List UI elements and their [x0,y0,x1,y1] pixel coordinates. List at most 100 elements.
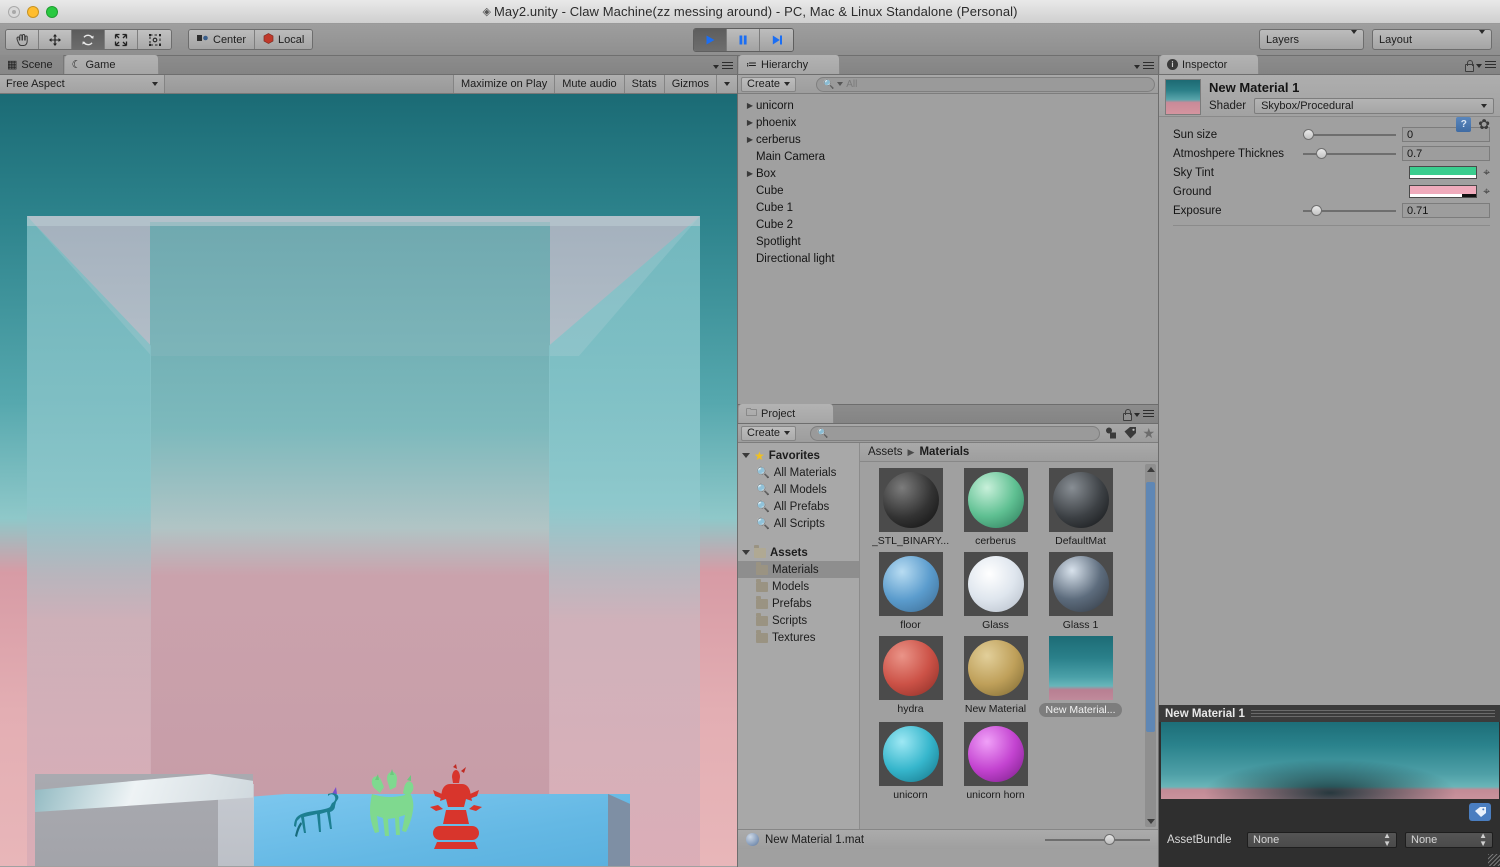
slider-knob[interactable] [1303,129,1314,140]
assets-group[interactable]: Assets [738,544,859,561]
shader-dropdown[interactable]: Skybox/Procedural [1254,98,1494,114]
assetbundle-variant-dropdown[interactable]: None ▲ ▼ [1405,832,1493,848]
scroll-up-icon[interactable] [1147,467,1155,472]
foldout-icon[interactable] [742,453,750,458]
breadcrumb-assets[interactable]: Assets [868,446,903,458]
eyedropper-icon[interactable]: ⌖ [1483,184,1490,199]
hierarchy-item-box[interactable]: ▶ Box [738,165,1158,182]
slider-knob[interactable] [1311,205,1323,216]
asset-item[interactable]: Glass 1 [1038,552,1123,631]
game-view-menu[interactable] [713,62,733,71]
filter-by-type-icon[interactable] [1104,426,1119,440]
asset-item[interactable]: floor [868,552,953,631]
tab-hierarchy[interactable]: ≔ Hierarchy [738,55,840,74]
hand-tool-button[interactable] [6,30,39,49]
asset-item-selected[interactable]: New Material... [1038,636,1123,717]
project-menu[interactable] [1122,409,1154,421]
filter-by-label-icon[interactable] [1123,426,1138,440]
foldout-icon[interactable]: ▶ [744,118,756,127]
hierarchy-item-main-camera[interactable]: ▶Main Camera [738,148,1158,165]
maximize-on-play-toggle[interactable]: Maximize on Play [453,75,555,93]
gear-icon[interactable]: ✿ [1478,116,1490,133]
sun-size-slider[interactable] [1303,128,1396,142]
tab-scene[interactable]: ▦ Scene [0,55,64,74]
asset-item[interactable]: _STL_BINARY... [868,468,953,547]
gizmos-chevron[interactable] [716,75,737,93]
hierarchy-item-cube-2[interactable]: ▶Cube 2 [738,216,1158,233]
eyedropper-icon[interactable]: ⌖ [1483,165,1490,180]
foldout-icon[interactable]: ▶ [744,101,756,110]
space-mode-button[interactable]: Local [255,30,313,49]
hierarchy-item-phoenix[interactable]: ▶ phoenix [738,114,1158,131]
assetbundle-dropdown[interactable]: None ▲ ▼ [1247,832,1397,848]
asset-item[interactable]: cerberus [953,468,1038,547]
help-icon[interactable]: ? [1456,117,1472,132]
preview-drag-handle[interactable] [1250,710,1495,717]
favorite-all-scripts[interactable]: 🔍 All Scripts [738,515,859,532]
folder-textures[interactable]: Textures [738,629,859,646]
game-render-canvas[interactable] [0,94,737,866]
asset-item[interactable]: hydra [868,636,953,717]
resize-grip[interactable] [1488,854,1500,866]
lock-icon[interactable] [1122,409,1132,421]
layout-dropdown[interactable]: Layout [1372,29,1492,50]
hierarchy-menu[interactable] [1134,62,1154,71]
atmosphere-thickness-value[interactable]: 0.7 [1402,146,1490,161]
pivot-mode-button[interactable]: Center [189,30,256,49]
breadcrumb-materials[interactable]: Materials [919,446,969,458]
foldout-icon[interactable] [742,550,750,555]
folder-scripts[interactable]: Scripts [738,612,859,629]
exposure-value[interactable]: 0.71 [1402,203,1490,218]
folder-materials[interactable]: Materials [738,561,859,578]
folder-prefabs[interactable]: Prefabs [738,595,859,612]
scroll-down-icon[interactable] [1147,819,1155,824]
hierarchy-item-cerberus[interactable]: ▶ cerberus [738,131,1158,148]
ground-color-swatch[interactable] [1409,185,1478,198]
inspector-menu[interactable] [1464,60,1496,72]
step-button[interactable] [760,29,793,51]
foldout-icon[interactable]: ▶ [744,135,756,144]
asset-item[interactable]: unicorn horn [953,722,1038,801]
rotate-tool-button[interactable] [72,30,105,49]
hierarchy-item-spotlight[interactable]: ▶Spotlight [738,233,1158,250]
scrollbar-thumb[interactable] [1146,482,1155,732]
asset-grid-scrollbar[interactable] [1145,464,1156,827]
lock-icon[interactable] [1464,60,1474,72]
label-tag-icon[interactable] [1469,803,1491,821]
favorite-all-materials[interactable]: 🔍 All Materials [738,464,859,481]
play-button[interactable] [694,29,727,51]
favorites-group[interactable]: ★ Favorites [738,447,859,464]
zoom-slider-knob[interactable] [1103,834,1115,845]
tab-inspector[interactable]: i Inspector [1159,55,1259,74]
hierarchy-item-directional-light[interactable]: ▶Directional light [738,250,1158,267]
gizmos-dropdown[interactable]: Gizmos [663,75,716,93]
hierarchy-create-button[interactable]: Create [741,76,797,92]
hierarchy-list[interactable]: ▶unicorn ▶phoenix ▶cerberus ▶Main Camera… [738,94,1158,403]
pause-button[interactable] [727,29,760,51]
move-tool-button[interactable] [39,30,72,49]
folder-models[interactable]: Models [738,578,859,595]
tab-game[interactable]: ☾ Game [63,55,159,74]
foldout-icon[interactable]: ▶ [744,169,756,178]
hierarchy-item-cube-1[interactable]: ▶Cube 1 [738,199,1158,216]
hierarchy-item-unicorn[interactable]: ▶ unicorn [738,97,1158,114]
thumbnail-zoom-slider[interactable] [1045,833,1150,847]
asset-item[interactable]: unicorn [868,722,953,801]
project-create-button[interactable]: Create [741,425,797,441]
skybox-preview-render[interactable] [1161,722,1499,799]
aspect-ratio-dropdown[interactable]: Free Aspect [0,75,165,93]
rect-tool-button[interactable] [138,30,171,49]
favorite-star-icon[interactable]: ★ [1142,425,1155,442]
exposure-slider[interactable] [1303,204,1396,218]
scale-tool-button[interactable] [105,30,138,49]
preview-header[interactable]: New Material 1 [1159,705,1500,722]
asset-item[interactable]: DefaultMat [1038,468,1123,547]
hierarchy-search-input[interactable]: 🔍 All [816,76,1155,92]
project-search-input[interactable]: 🔍 [810,425,1101,441]
project-tree[interactable]: ★ Favorites 🔍 All Materials 🔍 All Models 🔍… [738,443,860,829]
asset-grid[interactable]: _STL_BINARY... cerberus DefaultMat floor… [860,462,1158,806]
hierarchy-item-cube[interactable]: ▶Cube [738,182,1158,199]
atmosphere-thickness-slider[interactable] [1303,147,1396,161]
sky-tint-color-swatch[interactable] [1409,166,1478,179]
layers-dropdown[interactable]: Layers [1259,29,1364,50]
